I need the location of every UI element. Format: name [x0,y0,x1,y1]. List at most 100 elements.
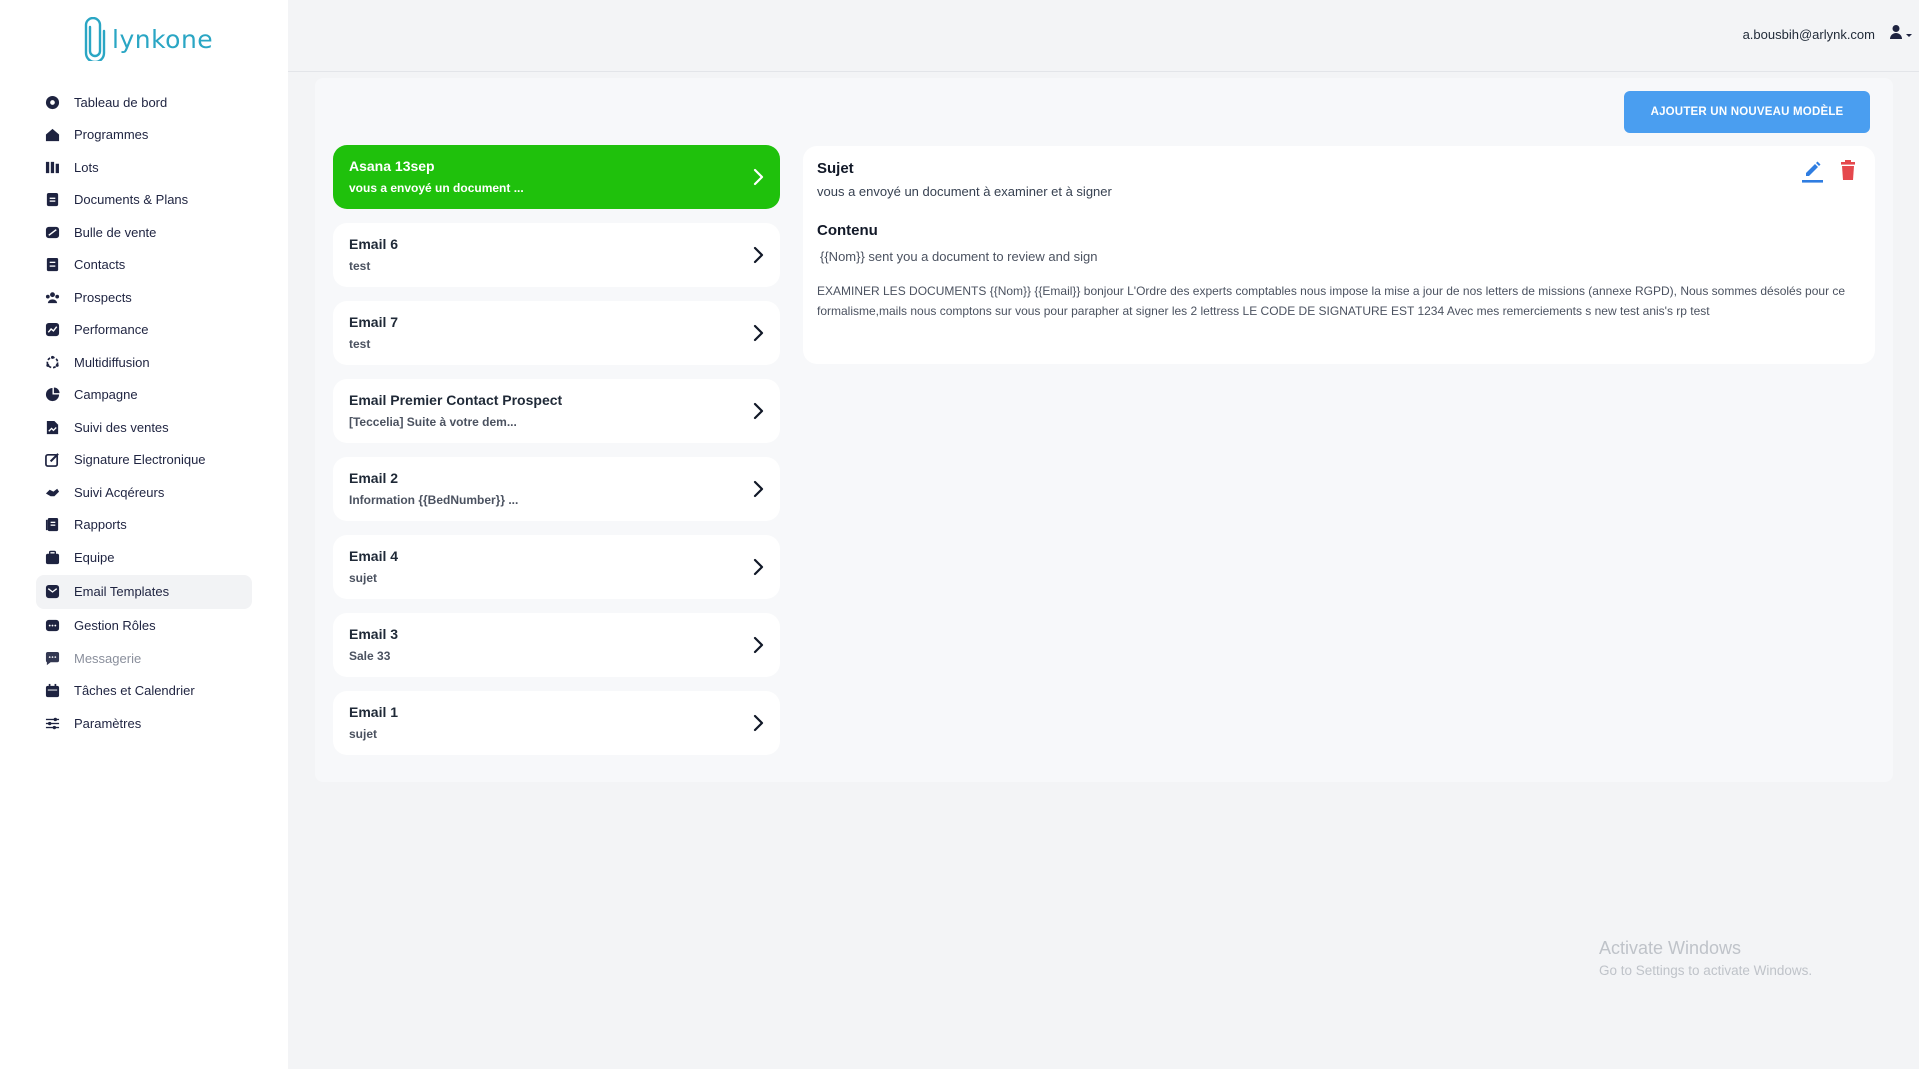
template-subject: [Teccelia] Suite à votre dem... [349,415,517,429]
sidebar-item-bulle-de-vente[interactable]: Bulle de vente [36,216,252,249]
template-card[interactable]: Email 4 sujet [333,535,780,599]
mail-icon [44,584,60,600]
sidebar-item-tableau-de-bord[interactable]: Tableau de bord [36,86,252,119]
template-subject: vous a envoyé un document ... [349,181,524,195]
home-icon [44,127,60,143]
sidebar-item-label: Suivi Acqéreurs [74,484,165,500]
sidebar-item-label: Campagne [74,387,138,403]
sidebar-item-performance[interactable]: Performance [36,314,252,347]
sidebar-item-suivi-des-ventes[interactable]: Suivi des ventes [36,411,252,444]
sidebar-item-parametres[interactable]: Paramètres [36,707,252,740]
sidebar-item-rapports[interactable]: Rapports [36,509,252,542]
template-subject: sujet [349,571,378,585]
template-subject: Sale 33 [349,649,391,663]
template-name: Email 4 [349,548,399,564]
chevron-right-icon [748,245,768,265]
roles-icon [44,618,60,634]
sidebar-item-label: Messagerie [74,650,142,666]
chevron-right-icon [748,401,768,421]
sales-bubble-icon [44,224,60,240]
content-heading: Contenu [817,222,878,239]
sidebar-item-prospects[interactable]: Prospects [36,281,252,314]
sidebar-item-label: Suivi des ventes [74,419,169,435]
sidebar-item-label: Contacts [74,257,126,273]
sidebar-item-multidiffusion[interactable]: Multidiffusion [36,346,252,379]
chevron-right-icon [748,713,768,733]
chevron-right-icon [748,167,768,187]
sidebar-item-signature-electronique[interactable]: Signature Electronique [36,444,252,477]
sidebar-item-suivi-acqereurs[interactable]: Suivi Acqéreurs [36,476,252,509]
subject-text: vous a envoyé un document à examiner et … [817,184,1112,199]
sidebar-item-label: Paramètres [74,715,142,731]
content-body: EXAMINER LES DOCUMENTS {{Nom}} {{Email}}… [817,284,1846,318]
template-name: Email 3 [349,626,399,642]
chevron-right-icon [748,557,768,577]
contacts-icon [44,257,60,273]
sidebar-item-taches-et-calendrier[interactable]: Tâches et Calendrier [36,675,252,708]
windows-activation-watermark: Activate Windows Go to Settings to activ… [1599,938,1812,978]
sidebar-item-label: Email Templates [74,584,170,599]
template-card[interactable]: Email 7 test [333,301,780,365]
content-first-line: {{Nom}} sent you a document to review an… [820,249,1098,264]
sidebar-item-label: Documents & Plans [74,192,189,208]
template-card[interactable]: Email 2 Information {{BedNumber}} ... [333,457,780,521]
template-subject: Information {{BedNumber}} ... [349,493,519,507]
sidebar-item-label: Gestion Rôles [74,618,156,634]
template-subject: sujet [349,727,378,741]
user-icon [1889,24,1903,45]
template-card[interactable]: Asana 13sep vous a envoyé un document ... [333,145,780,209]
signature-icon [44,452,60,468]
sidebar-item-contacts[interactable]: Contacts [36,249,252,282]
sidebar-item-lots[interactable]: Lots [36,151,252,184]
calendar-icon [44,683,60,699]
template-card[interactable]: Email 1 sujet [333,691,780,755]
sidebar-item-equipe[interactable]: Equipe [36,541,252,574]
sidebar-item-label: Prospects [74,289,132,305]
dashboard-icon [44,94,60,110]
user-menu[interactable] [1889,24,1913,45]
subject-heading: Sujet [817,160,854,177]
edit-icon[interactable] [1799,158,1825,184]
template-card[interactable]: Email Premier Contact Prospect [Teccelia]… [333,379,780,443]
sidebar-item-label: Signature Electronique [74,452,206,468]
top-bar: a.bousbih@arlynk.com [288,0,1919,72]
chevron-right-icon [748,323,768,343]
sidebar-item-label: Multidiffusion [74,354,150,370]
lots-icon [44,159,60,175]
sidebar-item-label: Equipe [74,549,115,565]
sidebar-item-label: Tableau de bord [74,94,168,110]
brand-logo[interactable]: lynkone [84,16,213,62]
add-template-button[interactable]: AJOUTER UN NOUVEAU MODÈLE [1624,91,1870,133]
template-name: Asana 13sep [349,158,435,174]
sidebar-item-campagne[interactable]: Campagne [36,379,252,412]
chart-icon [44,322,60,338]
chevron-down-icon [1905,26,1913,44]
prospects-icon [44,289,60,305]
template-card[interactable]: Email 3 Sale 33 [333,613,780,677]
chevron-right-icon [748,479,768,499]
briefcase-icon [44,549,60,565]
trash-icon[interactable] [1837,159,1859,183]
chevron-right-icon [748,635,768,655]
sidebar: lynkone Tableau de bord Programmes Lots Doc… [0,0,288,1069]
template-name: Email 6 [349,236,399,252]
sidebar-item-email-templates[interactable]: Email Templates [36,574,252,609]
sidebar-item-label: Rapports [74,517,127,533]
sidebar-nav: Tableau de bord Programmes Lots Documents &… [36,86,252,740]
sidebar-item-label: Programmes [74,127,149,143]
template-subject: test [349,259,371,273]
template-detail-card: Sujet vous a envoyé un document à examin… [803,146,1875,364]
pie-icon [44,387,60,403]
sidebar-item-label: Bulle de vente [74,224,157,240]
sidebar-item-messagerie[interactable]: Messagerie [36,642,252,675]
sidebar-item-documents-plans[interactable]: Documents & Plans [36,184,252,217]
chat-icon [44,650,60,666]
watermark-subtitle: Go to Settings to activate Windows. [1599,963,1813,978]
template-name: Email Premier Contact Prospect [349,392,563,408]
settings-icon [44,715,60,731]
sidebar-item-gestion-roles[interactable]: Gestion Rôles [36,610,252,643]
template-card[interactable]: Email 6 test [333,223,780,287]
watermark-title: Activate Windows [1599,938,1742,958]
sidebar-item-programmes[interactable]: Programmes [36,119,252,152]
template-name: Email 1 [349,704,399,720]
